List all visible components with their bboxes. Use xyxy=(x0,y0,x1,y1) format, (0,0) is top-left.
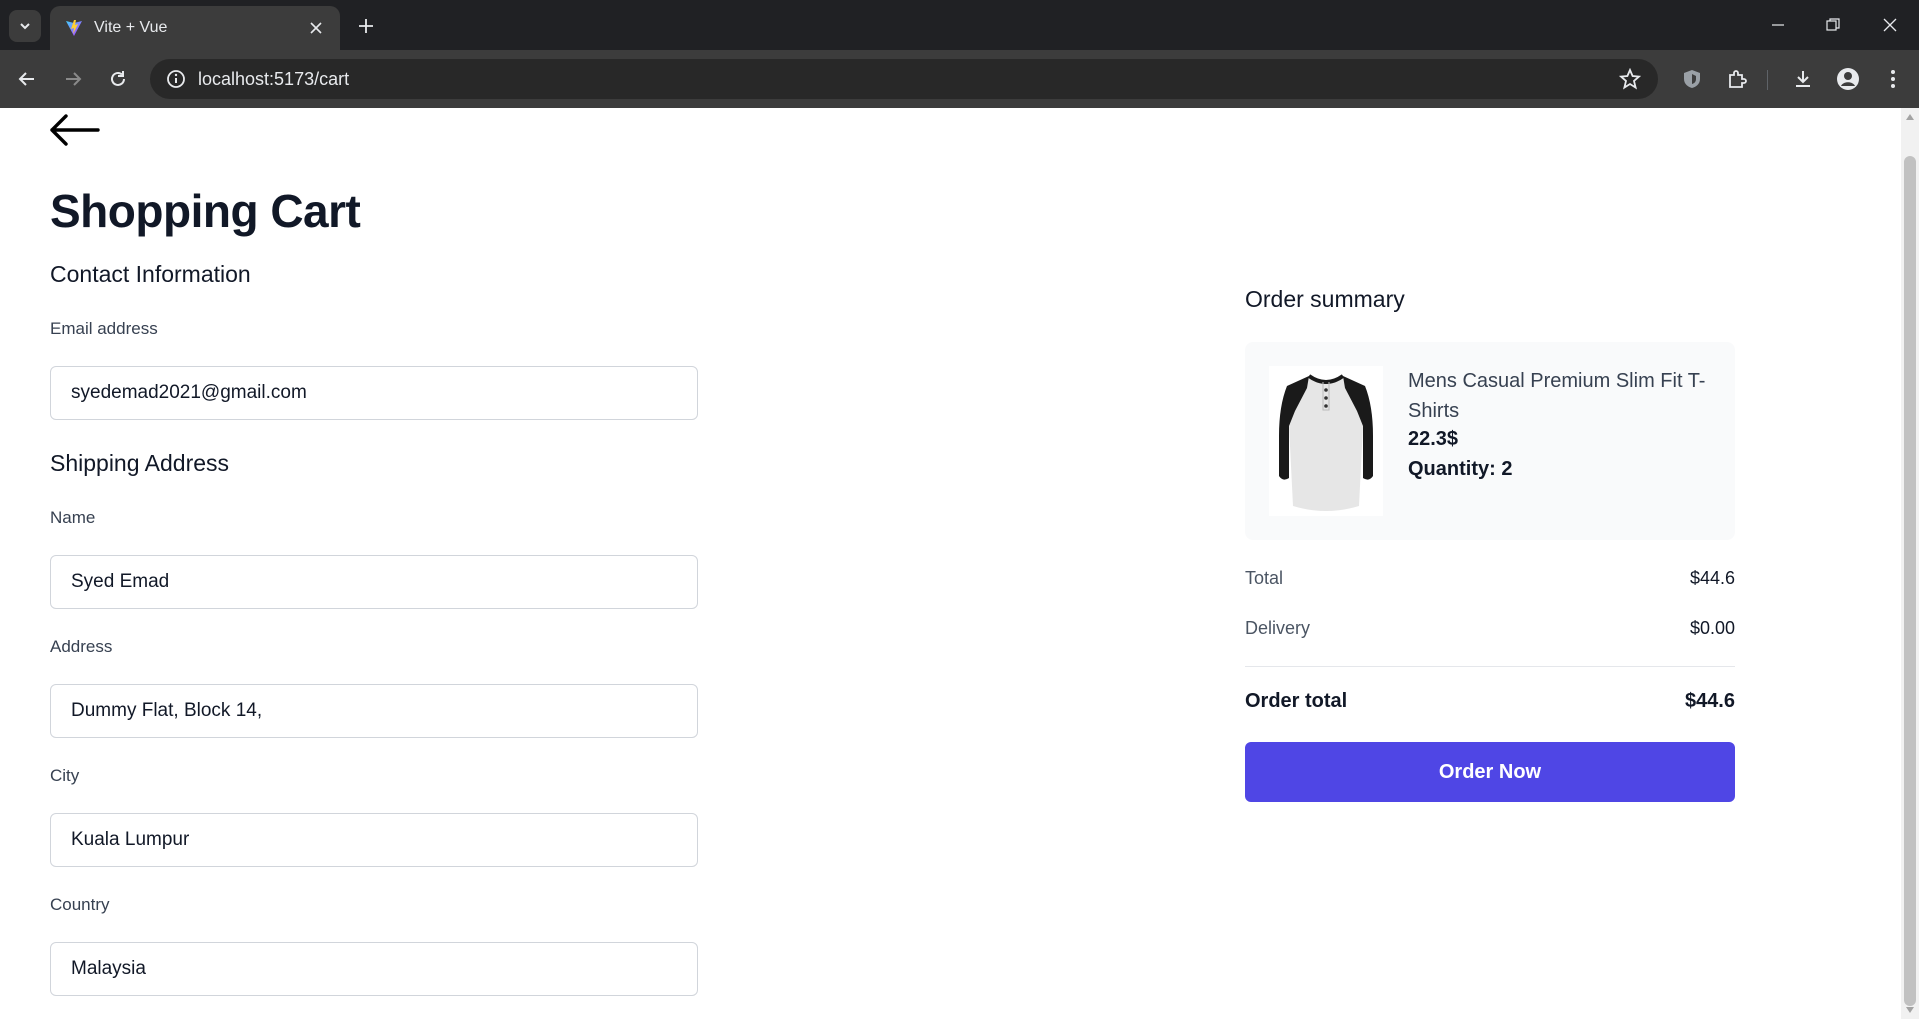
name-value: Syed Emad xyxy=(71,571,170,592)
order-total-label: Order total xyxy=(1245,690,1348,712)
new-tab-button[interactable] xyxy=(352,12,380,40)
site-info-icon[interactable] xyxy=(156,59,196,99)
name-label: Name xyxy=(50,508,96,527)
city-value: Kuala Lumpur xyxy=(71,829,190,850)
product-image xyxy=(1269,366,1383,516)
arrow-right-icon xyxy=(66,72,82,86)
city-field[interactable]: Kuala Lumpur xyxy=(50,813,698,867)
chevron-down-icon xyxy=(20,23,30,30)
contact-heading: Contact Information xyxy=(50,261,251,287)
forward-button[interactable] xyxy=(57,63,89,95)
restore-icon xyxy=(1826,18,1840,31)
address-bar[interactable]: localhost:5173/cart xyxy=(150,59,1658,99)
browser-toolbar: localhost:5173/cart xyxy=(0,50,1919,108)
order-total-value: $44.6 xyxy=(1684,690,1735,712)
reload-button[interactable] xyxy=(102,63,134,95)
plus-icon xyxy=(359,19,373,33)
browser-tab[interactable]: Vite + Vue xyxy=(50,6,340,50)
url-text: localhost:5173/cart xyxy=(198,68,350,89)
shield-extension-icon[interactable] xyxy=(1678,65,1706,93)
summary-order-total-row: Order total $44.6 xyxy=(1245,690,1735,713)
name-field[interactable]: Syed Emad xyxy=(50,555,698,609)
product-quantity: Quantity: 2 xyxy=(1408,458,1513,480)
reload-icon xyxy=(111,71,125,86)
total-label: Total xyxy=(1245,568,1284,588)
email-value: syedemad2021@gmail.com xyxy=(71,382,307,403)
close-window-button[interactable] xyxy=(1872,10,1908,40)
address-value: Dummy Flat, Block 14, xyxy=(71,700,263,721)
order-summary-heading: Order summary xyxy=(1245,286,1405,312)
tab-search-button[interactable] xyxy=(9,10,41,42)
address-label: Address xyxy=(50,637,113,656)
order-now-button[interactable]: Order Now xyxy=(1245,742,1735,802)
summary-total-row: Total $44.6 xyxy=(1245,568,1735,589)
kebab-menu-icon[interactable] xyxy=(1879,65,1907,93)
close-icon xyxy=(1883,18,1897,32)
shipping-heading: Shipping Address xyxy=(50,450,230,476)
toolbar-divider xyxy=(1767,70,1768,90)
summary-divider xyxy=(1245,666,1735,667)
arrow-left-icon xyxy=(18,72,34,86)
browser-tab-bar: Vite + Vue xyxy=(0,0,1919,50)
vite-logo-icon xyxy=(66,20,82,36)
profile-avatar-icon[interactable] xyxy=(1834,65,1862,93)
country-field[interactable]: Malaysia xyxy=(50,942,698,996)
extensions-puzzle-icon[interactable] xyxy=(1723,65,1751,93)
cart-item-card: Mens Casual Premium Slim Fit T-Shirts 22… xyxy=(1245,342,1735,540)
scroll-thumb[interactable] xyxy=(1904,156,1916,1006)
back-arrow-icon[interactable] xyxy=(48,112,100,148)
page-scrollbar[interactable] xyxy=(1901,108,1919,1019)
summary-delivery-row: Delivery $0.00 xyxy=(1245,618,1735,639)
page-title: Shopping Cart xyxy=(50,185,361,237)
country-value: Malaysia xyxy=(71,958,146,979)
minimize-icon xyxy=(1772,24,1784,26)
back-button[interactable] xyxy=(11,63,43,95)
country-label: Country xyxy=(50,895,110,914)
tab-title: Vite + Vue xyxy=(94,19,168,36)
email-label: Email address xyxy=(50,319,158,338)
restore-button[interactable] xyxy=(1815,10,1851,40)
delivery-value: $0.00 xyxy=(1689,618,1735,638)
page-viewport: Shopping Cart Contact Information Email … xyxy=(0,108,1919,1019)
address-field[interactable]: Dummy Flat, Block 14, xyxy=(50,684,698,738)
product-price: 22.3$ xyxy=(1408,428,1459,450)
scroll-up-arrow[interactable] xyxy=(1906,114,1914,120)
product-name[interactable]: Mens Casual Premium Slim Fit T-Shirts xyxy=(1408,366,1718,426)
email-field[interactable]: syedemad2021@gmail.com xyxy=(50,366,698,420)
bookmark-star-icon[interactable] xyxy=(1618,67,1642,91)
city-label: City xyxy=(50,766,80,785)
scroll-down-arrow[interactable] xyxy=(1906,1007,1914,1013)
minimize-button[interactable] xyxy=(1760,10,1796,40)
total-value: $44.6 xyxy=(1689,568,1735,588)
delivery-label: Delivery xyxy=(1245,618,1311,638)
download-icon[interactable] xyxy=(1789,65,1817,93)
close-tab-icon[interactable] xyxy=(306,18,326,38)
